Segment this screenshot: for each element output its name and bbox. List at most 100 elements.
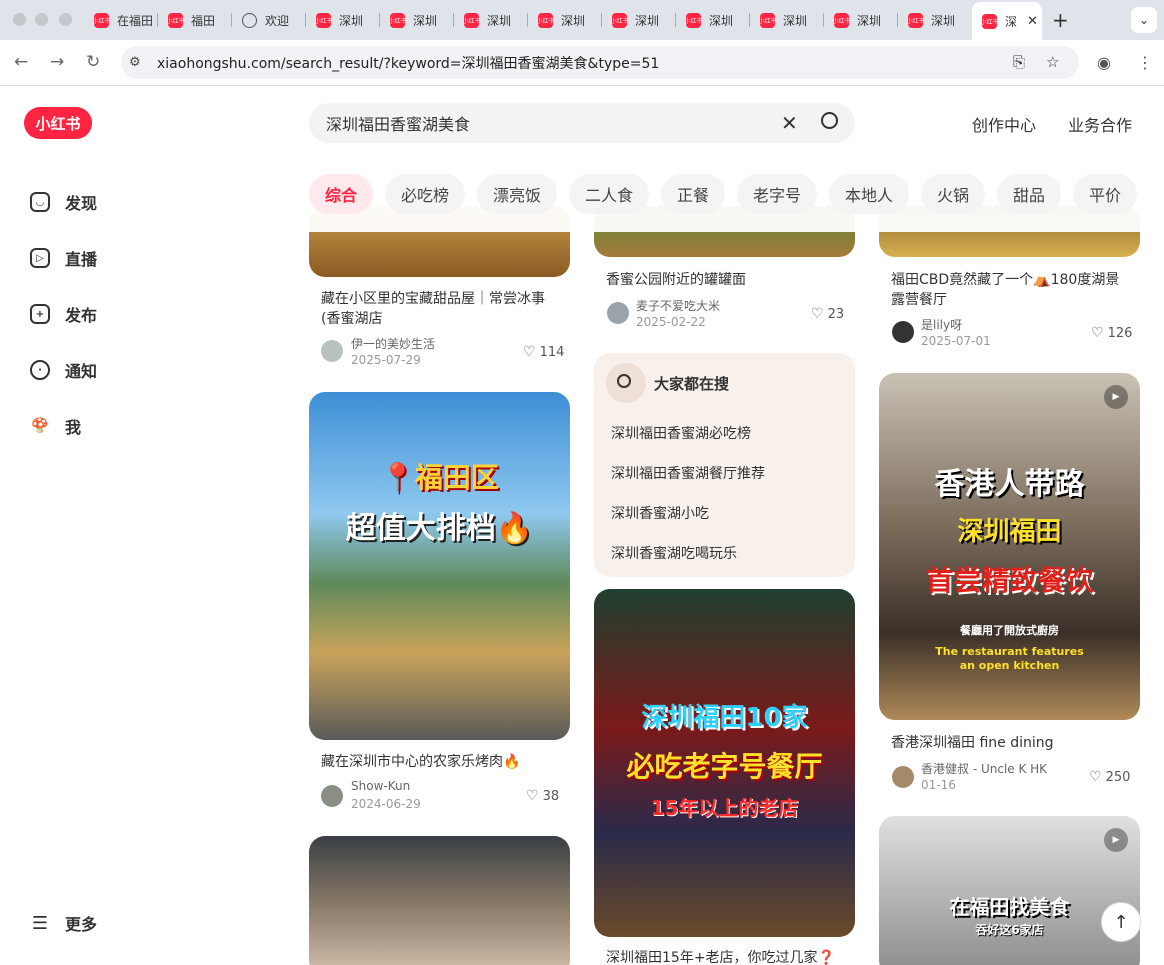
cover-text: 深圳福田10家 <box>641 703 808 733</box>
search-icon <box>617 374 631 388</box>
search-input[interactable]: 深圳福田香蜜湖美食 ✕ <box>309 103 855 143</box>
note-title[interactable]: 藏在小区里的宝藏甜品屋｜常尝冰事(香蜜湖店 <box>321 289 561 329</box>
filter-chip[interactable]: 必吃榜 <box>385 174 465 214</box>
note-title[interactable]: 香蜜公园附近的罐罐面 <box>606 270 846 290</box>
browser-tab[interactable]: 小红书 深圳 <box>750 5 824 35</box>
back-to-top-button[interactable]: ↑ <box>1101 902 1141 942</box>
tab-label: 深圳 <box>413 13 438 28</box>
note-author[interactable]: 麦子不爱吃大米 <box>636 297 720 314</box>
sidebar-item-publish[interactable]: + 发布 <box>30 302 97 326</box>
install-app-icon[interactable]: ⎘ <box>1013 53 1025 71</box>
creator-center-link[interactable]: 创作中心 <box>972 112 1036 136</box>
note-title[interactable]: 香港深圳福田 fine dining <box>891 733 1131 753</box>
note-cover-image[interactable]: ▶ 香港人带路 深圳福田 首尝精致餐饮 餐廳用了開放式廚房 The restau… <box>879 373 1140 720</box>
filter-chip[interactable]: 平价 <box>1073 174 1137 214</box>
browser-tab[interactable]: 小红书 深圳 <box>602 5 676 35</box>
like-button[interactable]: ♡ 114 <box>523 344 564 360</box>
note-cover-image[interactable]: ▶ 在福田找美食 吞好这6家店 <box>879 816 1140 965</box>
hot-search-item[interactable]: 深圳福田香蜜湖必吃榜 <box>611 423 751 443</box>
avatar[interactable] <box>321 785 343 807</box>
note-cover-image[interactable]: 📍福田区 超值大排档🔥 <box>309 392 570 740</box>
browser-tab[interactable]: 小红书 深圳 <box>898 5 972 35</box>
window-minimize-button[interactable] <box>35 13 48 26</box>
browser-tab[interactable]: 小红书 深圳 <box>454 5 528 35</box>
avatar[interactable] <box>321 340 343 362</box>
browser-tab[interactable]: 小红书 深圳 <box>824 5 898 35</box>
sidebar-item-discover[interactable]: ◡ 发现 <box>30 190 97 214</box>
browser-menu-icon[interactable]: ⋮ <box>1137 53 1153 72</box>
xiaohongshu-favicon-icon: 小红书 <box>389 12 407 28</box>
new-tab-icon[interactable]: + <box>1052 8 1069 32</box>
video-play-icon: ▶ <box>1104 385 1128 409</box>
note-author[interactable]: 伊一的美妙生活 <box>351 335 435 352</box>
forward-arrow-icon[interactable]: → <box>50 52 64 72</box>
profile-icon[interactable]: ◉ <box>1097 53 1111 72</box>
bookmark-star-icon[interactable]: ☆ <box>1046 53 1059 71</box>
like-button[interactable]: ♡ 250 <box>1089 769 1130 785</box>
note-title[interactable]: 深圳福田15年+老店，你吃过几家❓ <box>606 948 846 965</box>
clear-search-icon[interactable]: ✕ <box>781 111 798 135</box>
search-icon[interactable] <box>821 112 838 129</box>
filter-chip[interactable]: 火锅 <box>921 174 985 214</box>
filter-chip[interactable]: 二人食 <box>569 174 649 214</box>
avatar[interactable] <box>892 321 914 343</box>
browser-tab[interactable]: 小红书 深圳 <box>676 5 750 35</box>
tab-label: 深圳 <box>931 13 956 28</box>
openai-favicon-icon <box>242 12 257 28</box>
like-button[interactable]: ♡ 126 <box>1091 325 1132 341</box>
site-settings-icon[interactable]: ⚙ <box>129 55 149 70</box>
url-text: xiaohongshu.com/search_result/?keyword=深… <box>157 55 660 72</box>
sidebar-item-more[interactable]: ☰ 更多 <box>30 911 97 935</box>
cover-text: 15年以上的老店 <box>650 796 799 820</box>
browser-tab[interactable]: 小红书 福田 <box>158 5 232 35</box>
browser-tab[interactable]: 小红书 深圳 <box>528 5 602 35</box>
filter-chip[interactable]: 漂亮饭 <box>477 174 557 214</box>
tab-search-chevron-icon[interactable]: ⌄ <box>1131 7 1157 33</box>
sidebar-item-live[interactable]: ▷ 直播 <box>30 246 97 270</box>
sidebar-item-notifications[interactable]: · 通知 <box>30 358 97 382</box>
filter-chip[interactable]: 正餐 <box>661 174 725 214</box>
avatar[interactable] <box>607 302 629 324</box>
avatar[interactable] <box>892 766 914 788</box>
note-date: 2025-02-22 <box>636 315 706 329</box>
sidebar-item-me[interactable]: 🍄 我 <box>30 414 81 438</box>
note-title[interactable]: 福田CBD竟然藏了一个⛺180度湖景露营餐厅 <box>891 270 1131 310</box>
note-title[interactable]: 藏在深圳市中心的农家乐烤肉🔥 <box>321 752 561 772</box>
filter-chip[interactable]: 老字号 <box>737 174 817 214</box>
address-bar[interactable]: ⚙ xiaohongshu.com/search_result/?keyword… <box>121 46 1079 79</box>
tab-label: 在福田 <box>117 13 154 28</box>
browser-tab[interactable]: 小红书 深圳 <box>380 5 454 35</box>
reload-icon[interactable]: ↻ <box>86 52 100 72</box>
like-count: 126 <box>1107 325 1133 341</box>
filter-chip[interactable]: 甜品 <box>997 174 1061 214</box>
note-author[interactable]: 香港健叔 - Uncle K HK <box>921 760 1047 777</box>
note-author[interactable]: Show-Kun <box>351 779 410 793</box>
note-date: 2025-07-01 <box>921 334 991 348</box>
browser-tab[interactable]: 欢迎 <box>232 5 306 35</box>
note-date: 2024-06-29 <box>351 797 421 811</box>
window-maximize-button[interactable] <box>59 13 72 26</box>
filter-chip[interactable]: 本地人 <box>829 174 909 214</box>
like-button[interactable]: ♡ 23 <box>811 306 844 322</box>
note-cover-image[interactable] <box>309 836 570 965</box>
window-close-button[interactable] <box>13 13 26 26</box>
hot-search-item[interactable]: 深圳香蜜湖小吃 <box>611 503 709 523</box>
note-author[interactable]: 是lily呀 <box>921 316 962 333</box>
note-date: 2025-07-29 <box>351 353 421 367</box>
hot-search-item[interactable]: 深圳香蜜湖吃喝玩乐 <box>611 543 737 563</box>
business-link[interactable]: 业务合作 <box>1068 112 1132 136</box>
xiaohongshu-favicon-icon: 小红书 <box>611 12 629 28</box>
like-button[interactable]: ♡ 38 <box>526 788 559 804</box>
back-arrow-icon[interactable]: ← <box>14 52 28 72</box>
tab-close-icon[interactable]: ✕ <box>1027 14 1038 29</box>
hot-search-header-icon <box>606 363 646 403</box>
browser-tab-active[interactable]: 小红书深 ✕ <box>972 2 1042 40</box>
browser-tab[interactable]: 小红书 在福田 <box>84 5 158 35</box>
xiaohongshu-logo[interactable]: 小红书 <box>24 107 92 139</box>
filter-chip-active[interactable]: 综合 <box>309 174 373 214</box>
browser-tab[interactable]: 小红书 深圳 <box>306 5 380 35</box>
note-cover-image[interactable]: 深圳福田10家 必吃老字号餐厅 15年以上的老店 <box>594 589 855 937</box>
xiaohongshu-favicon-icon: 小红书 <box>833 12 851 28</box>
cover-text: 首尝精致餐饮 <box>925 564 1094 597</box>
hot-search-item[interactable]: 深圳福田香蜜湖餐厅推荐 <box>611 463 765 483</box>
